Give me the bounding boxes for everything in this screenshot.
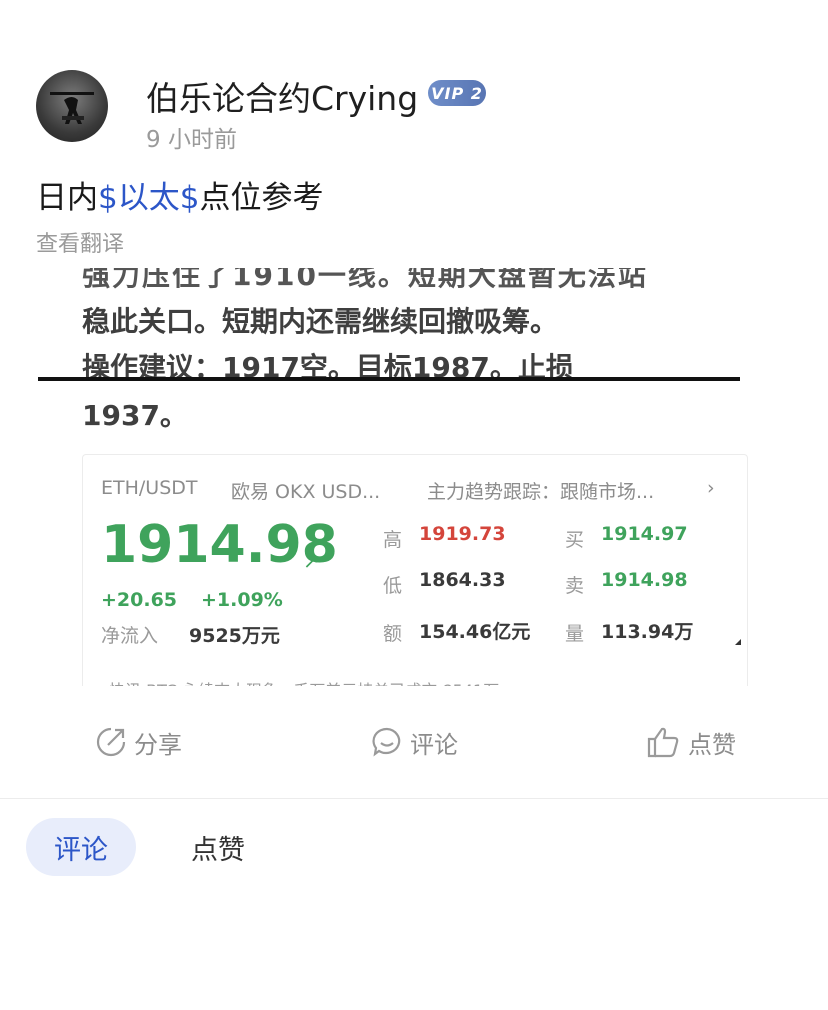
amount-value: 154.46亿元 bbox=[419, 621, 531, 643]
image-text-line-3: 1937。 bbox=[82, 399, 188, 432]
image-text-line-1: 稳此关口。短期内还需继续回撤吸筹。 bbox=[82, 305, 559, 338]
buy-value: 1914.97 bbox=[601, 523, 688, 545]
ticker-change-pct: +1.09% bbox=[201, 589, 283, 611]
username[interactable]: 伯乐论合约Crying bbox=[146, 72, 418, 120]
chevron-right-icon: › bbox=[707, 477, 715, 499]
ticker-tracker: 主力趋势跟踪：跟随市场... bbox=[427, 481, 655, 503]
post-time: 9 小时前 bbox=[146, 127, 237, 153]
post-title: 日内$以太$点位参考 bbox=[36, 172, 323, 217]
sell-label: 卖 bbox=[565, 575, 585, 597]
tab-comments[interactable]: 评论 bbox=[26, 818, 136, 876]
share-button[interactable]: 分享 bbox=[94, 722, 182, 762]
cropped-text-line: 强力压住了1910一线。短期大盘暂无法站 bbox=[36, 268, 756, 292]
volume-label: 量 bbox=[565, 623, 585, 645]
comment-icon bbox=[372, 727, 401, 757]
news-snippet: 快讯 BTC 永续吉大现象 · 千万美元持单已成交 8541万 bbox=[109, 677, 499, 686]
ticker-exchange: 欧易 OKX USD... bbox=[231, 481, 381, 503]
arrow-up-right-icon: ↗ bbox=[303, 549, 320, 573]
translate-link[interactable]: 查看翻译 bbox=[36, 226, 124, 258]
comment-label: 评论 bbox=[410, 730, 458, 759]
corner-mark bbox=[735, 639, 741, 645]
post-image[interactable]: 强力压住了1910一线。短期大盘暂无法站 稳此关口。短期内还需继续回撤吸筹。 操… bbox=[36, 268, 756, 686]
title-prefix: 日内 bbox=[36, 180, 98, 216]
ticker-card: ETH/USDT 欧易 OKX USD... 主力趋势跟踪：跟随市场... › … bbox=[82, 454, 748, 686]
tab-likes[interactable]: 点赞 bbox=[170, 818, 266, 876]
share-icon bbox=[96, 727, 126, 757]
share-label: 分享 bbox=[134, 730, 182, 759]
net-inflow-label: 净流入 bbox=[101, 625, 159, 647]
ticker-change: +20.65 bbox=[101, 589, 178, 611]
vip-badge: VIP 2 bbox=[428, 80, 486, 106]
amount-label: 额 bbox=[383, 623, 403, 645]
high-label: 高 bbox=[383, 529, 403, 551]
like-button[interactable]: 点赞 bbox=[646, 722, 736, 762]
comment-button[interactable]: 评论 bbox=[370, 722, 458, 762]
cropped-text: 强力压住了1910一线。短期大盘暂无法站 bbox=[82, 268, 648, 292]
volume-value: 113.94万 bbox=[601, 621, 694, 643]
like-label: 点赞 bbox=[688, 730, 736, 759]
net-inflow-value: 9525万元 bbox=[189, 625, 280, 647]
avatar[interactable] bbox=[36, 70, 108, 142]
ticker-pair: ETH/USDT bbox=[101, 477, 198, 499]
low-value: 1864.33 bbox=[419, 569, 506, 591]
rider-silhouette-icon bbox=[50, 92, 94, 124]
strike-line bbox=[38, 377, 740, 381]
sell-value: 1914.98 bbox=[601, 569, 688, 591]
divider bbox=[0, 798, 828, 799]
asset-tag-link[interactable]: $以太$ bbox=[98, 180, 199, 216]
title-suffix: 点位参考 bbox=[199, 180, 324, 216]
high-value: 1919.73 bbox=[419, 523, 506, 545]
buy-label: 买 bbox=[565, 529, 585, 551]
low-label: 低 bbox=[383, 575, 403, 597]
thumbs-up-icon bbox=[647, 727, 679, 758]
